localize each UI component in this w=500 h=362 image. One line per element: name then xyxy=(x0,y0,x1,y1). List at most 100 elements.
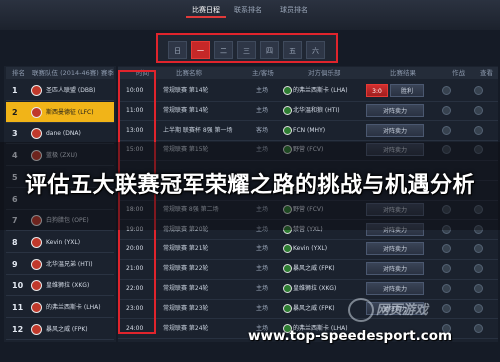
result-col-header: 比赛结果 xyxy=(390,69,416,77)
day-mon[interactable]: 一 xyxy=(191,41,210,59)
tactics-icon[interactable] xyxy=(442,86,451,95)
rank-row[interactable]: 2 斯西曼德征 (LFC) xyxy=(6,101,114,123)
view-arrow-icon[interactable] xyxy=(474,86,483,95)
opponent-name: 的弗兰西斯卡 (LHA) xyxy=(293,87,348,94)
view-col-header: 查看 xyxy=(480,69,493,77)
tab-player-ranking[interactable]: 球员排名 xyxy=(274,2,314,18)
tab-schedule[interactable]: 比赛日程 xyxy=(186,2,226,18)
team-badge-icon xyxy=(31,302,42,313)
team-badge-icon xyxy=(31,258,42,270)
schedule-row: 22:00 常规联赛 第24轮 主场 皇维狮拉 (XKG) 对阵卖力 xyxy=(118,278,498,300)
team-badge-icon xyxy=(31,323,42,335)
rank-row[interactable]: 9 北华温兄弟 (HTI) xyxy=(6,254,114,275)
matchup-button[interactable]: 对阵卖力 xyxy=(366,282,424,295)
watermark-text: 网页游戏 xyxy=(376,303,429,318)
opponent-badge-icon xyxy=(283,125,292,135)
view-arrow-icon[interactable] xyxy=(474,323,483,333)
match-name: 常规联赛 第24轮 xyxy=(163,285,209,292)
team-name: 北华温兄弟 (HTI) xyxy=(46,260,93,268)
tab-ranking[interactable]: 联系排名 xyxy=(228,2,268,18)
home-away: 主场 xyxy=(256,285,269,292)
opponent-badge-icon xyxy=(283,303,292,313)
matchup-button[interactable]: 对阵卖力 xyxy=(366,123,424,137)
day-sat[interactable]: 六 xyxy=(306,41,325,59)
view-arrow-icon[interactable] xyxy=(474,264,483,274)
matchup-button[interactable]: 对阵卖力 xyxy=(366,262,424,276)
match-name: 常规联赛 第23轮 xyxy=(163,304,209,312)
view-arrow-icon[interactable] xyxy=(474,244,483,254)
team-name: 的弗兰西斯卡 (LHA) xyxy=(46,304,101,311)
schedule-header: 时间 比赛名称 主/客场 对方俱乐部 比赛结果 作战 查看 xyxy=(118,67,498,79)
rank-row[interactable]: 10 皇维狮拉 (XKG) xyxy=(6,275,114,297)
home-away: 主场 xyxy=(256,245,269,253)
team-name: 皇维狮拉 (XKG) xyxy=(46,282,90,290)
day-thu[interactable]: 四 xyxy=(260,41,279,59)
team-badge-icon xyxy=(31,236,42,248)
matchup-button[interactable]: 对阵卖力 xyxy=(366,103,424,117)
matchup-button[interactable]: 对阵卖力 xyxy=(366,242,424,256)
score-badge: 3:0 xyxy=(366,84,388,97)
opponent-badge-icon xyxy=(283,264,292,274)
top-tab-bar: 比赛日程 联系排名 球员排名 xyxy=(0,0,500,30)
headline-banner: 评估五大联赛冠军荣耀之路的挑战与机遇分析 xyxy=(24,173,475,198)
rank-number: 10 xyxy=(12,281,24,291)
team-name: 暴风之威 (FPK) xyxy=(46,325,88,333)
team-name: 圣匹人联盟 (DBB) xyxy=(46,87,96,94)
opponent-name: 皇维狮拉 (XKG) xyxy=(293,285,337,292)
match-name: 常规联赛 第24轮 xyxy=(163,324,209,332)
opponent-badge-icon xyxy=(283,284,292,293)
team-badge-icon xyxy=(31,128,42,140)
rank-row[interactable]: 11 的弗兰西斯卡 (LHA) xyxy=(6,297,114,318)
view-arrow-icon[interactable] xyxy=(474,105,483,115)
weekday-selector: 日 一 二 三 四 五 六 xyxy=(156,33,338,63)
rank-number: 9 xyxy=(12,259,18,269)
day-tue[interactable]: 二 xyxy=(214,41,233,59)
home-away: 主场 xyxy=(256,304,269,312)
ranking-header: 排名 联赛队伍 (2014-46赛) 赛季 xyxy=(6,67,114,79)
opponent-name: 暴风之威 (FPK) xyxy=(293,304,335,312)
tactics-icon[interactable] xyxy=(442,244,451,254)
team-name: Kevin (YXL) xyxy=(46,238,81,246)
team-badge-icon xyxy=(31,85,42,96)
match-name: 常规联赛 第22轮 xyxy=(163,265,209,273)
rank-row[interactable]: 8 Kevin (YXL) xyxy=(6,232,114,253)
opponent-badge-icon xyxy=(283,244,292,254)
result-win-label: 胜利 xyxy=(390,84,424,97)
tactics-icon[interactable] xyxy=(442,105,451,115)
rank-number: 1 xyxy=(12,86,18,95)
tactics-icon[interactable] xyxy=(442,125,451,135)
schedule-row: 13:00 上半期 联赛杯 8强 第一场 客场 FCN (MHY) 对阵卖力 xyxy=(118,120,498,142)
side-col-header: 主/客场 xyxy=(252,69,274,77)
home-away: 客场 xyxy=(256,126,269,134)
rank-number: 11 xyxy=(12,303,24,312)
view-arrow-icon[interactable] xyxy=(474,125,483,135)
team-badge-icon xyxy=(31,280,42,292)
opponent-name: FCN (MHY) xyxy=(293,126,326,134)
home-away: 主场 xyxy=(256,265,269,273)
day-sun[interactable]: 日 xyxy=(168,41,187,59)
match-name: 常规联赛 第14轮 xyxy=(163,106,209,114)
opponent-badge-icon xyxy=(283,86,292,95)
rank-row[interactable]: 12 暴风之威 (FPK) xyxy=(6,319,114,340)
match-name: 上半期 联赛杯 8强 第一场 xyxy=(163,126,233,134)
rank-col-header: 排名 xyxy=(12,69,25,77)
opponent-name: 北华温和狼 (HTI) xyxy=(293,106,340,114)
rank-row[interactable]: 1 圣匹人联盟 (DBB) xyxy=(6,80,114,101)
battle-col-header: 作战 xyxy=(452,69,465,77)
site-url: www.top-speedesport.com xyxy=(248,328,453,344)
day-wed[interactable]: 三 xyxy=(237,41,256,59)
day-fri[interactable]: 五 xyxy=(283,41,302,59)
rank-number: 12 xyxy=(12,324,24,334)
view-arrow-icon[interactable] xyxy=(474,284,483,293)
schedule-row: 21:00 常规联赛 第22轮 主场 暴风之威 (FPK) 对阵卖力 xyxy=(118,258,498,280)
home-away: 主场 xyxy=(256,87,269,94)
tactics-icon[interactable] xyxy=(442,284,451,293)
match-col-header: 比赛名称 xyxy=(176,69,202,77)
tactics-icon[interactable] xyxy=(442,264,451,274)
match-name: 常规联赛 第21轮 xyxy=(163,245,209,253)
team-col-header: 联赛队伍 (2014-46赛) 赛季 xyxy=(32,69,114,77)
home-away: 主场 xyxy=(256,106,269,114)
opponent-col-header: 对方俱乐部 xyxy=(308,69,341,77)
team-name: 斯西曼德征 (LFC) xyxy=(46,108,94,116)
opponent-name: 暴风之威 (FPK) xyxy=(293,265,335,273)
